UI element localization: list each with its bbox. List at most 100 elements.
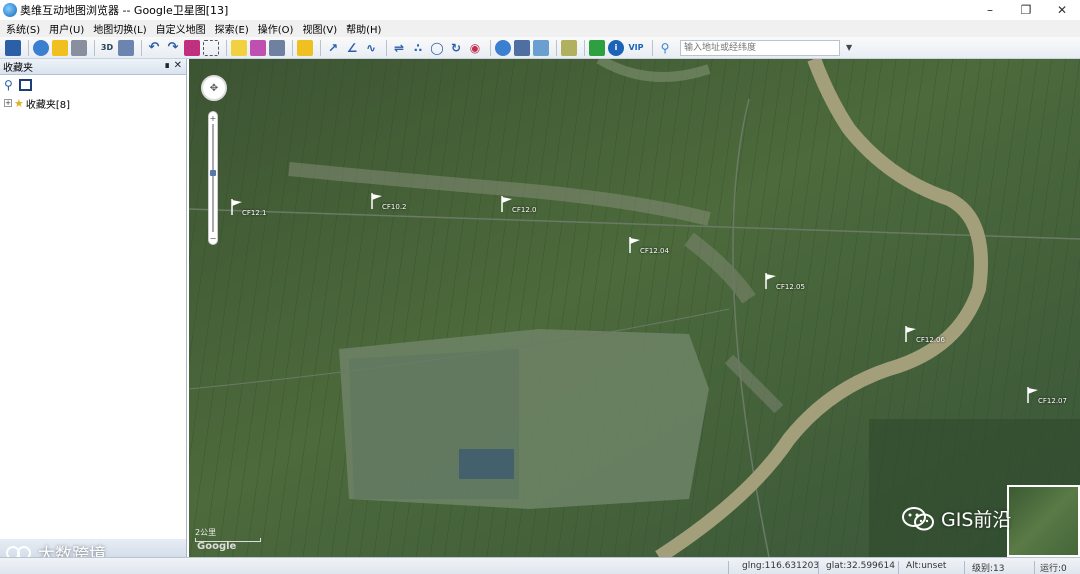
menu-system[interactable]: 系统(S) bbox=[6, 21, 40, 36]
status-separator bbox=[1034, 561, 1035, 574]
track-icon[interactable]: ⇌ bbox=[391, 40, 407, 56]
toolbar-separator bbox=[386, 39, 387, 56]
toolbar-separator bbox=[226, 39, 227, 56]
toolbar-separator bbox=[584, 39, 585, 56]
address-search-input[interactable] bbox=[680, 39, 840, 56]
toolbar-separator bbox=[556, 39, 557, 56]
folder-tree-icon[interactable] bbox=[18, 79, 32, 91]
minimize-icon[interactable]: – bbox=[972, 0, 1008, 20]
undo-icon[interactable]: ↶ bbox=[146, 40, 162, 56]
toolbar-separator bbox=[94, 39, 95, 56]
watermark-text: GIS前沿 bbox=[941, 509, 1012, 531]
pan-control-icon[interactable]: ✥ bbox=[201, 75, 227, 101]
menu-operation[interactable]: 操作(O) bbox=[258, 21, 294, 36]
toolbar-separator bbox=[490, 39, 491, 56]
menu-user[interactable]: 用户(U) bbox=[49, 21, 84, 36]
tree-item-favorites[interactable]: + ★ 收藏夹[8] bbox=[0, 95, 186, 111]
3d-view-icon[interactable]: 3D bbox=[99, 40, 115, 56]
overview-minimap[interactable] bbox=[1007, 485, 1080, 557]
tree-item-label: 收藏夹[8] bbox=[25, 99, 71, 111]
satellite-map-view[interactable]: ✥ + − CF12.1 CF10.2 CF12.0 CF12.04 CF12.… bbox=[189, 59, 1080, 557]
toolbar-separator bbox=[320, 39, 321, 56]
layers-icon[interactable] bbox=[118, 39, 134, 56]
ruler-icon[interactable] bbox=[250, 39, 266, 56]
status-bar: glng:116.631203 glat:32.599614 Alt:unset… bbox=[0, 557, 1080, 574]
marker-label: CF10.2 bbox=[382, 203, 407, 211]
favorites-panel-header: 收藏夹 ∎ ✕ bbox=[0, 59, 186, 75]
redo-icon[interactable]: ↷ bbox=[165, 40, 181, 56]
screen-icon[interactable] bbox=[269, 39, 285, 56]
rotate-icon[interactable]: ↻ bbox=[448, 40, 464, 56]
menu-help[interactable]: 帮助(H) bbox=[346, 21, 381, 36]
menu-explore[interactable]: 探索(E) bbox=[215, 21, 249, 36]
image-icon[interactable] bbox=[514, 39, 530, 56]
menu-map-switch[interactable]: 地图切换(L) bbox=[93, 21, 146, 36]
pin-icon[interactable]: ∎ bbox=[164, 60, 170, 71]
app-window: 奥维互动地图浏览器 -- Google卫星图[13] – ❐ ✕ 系统(S) 用… bbox=[0, 0, 1080, 574]
polyline-icon[interactable]: ↗ bbox=[325, 40, 341, 56]
status-glng: glng:116.631203 bbox=[742, 561, 820, 571]
marker-label: CF12.1 bbox=[242, 209, 267, 217]
watermark: GIS前沿 bbox=[901, 505, 1011, 532]
save-icon[interactable] bbox=[5, 39, 21, 56]
status-zoom-level: 级别:13 bbox=[972, 564, 1005, 574]
pin-star-icon[interactable] bbox=[297, 39, 313, 56]
marker-label: CF12.05 bbox=[776, 283, 805, 291]
zoom-out-icon[interactable]: − bbox=[209, 234, 217, 243]
chevron-down-icon[interactable]: ▼ bbox=[846, 43, 852, 52]
app-logo-icon bbox=[3, 3, 17, 17]
marker-label: CF12.07 bbox=[1038, 397, 1067, 405]
chat-icon[interactable] bbox=[589, 39, 605, 56]
status-altitude: Alt:unset bbox=[906, 561, 947, 571]
circle-icon[interactable]: ◯ bbox=[429, 40, 445, 56]
panel-controls: ∎ ✕ bbox=[164, 60, 182, 71]
menu-custom-map[interactable]: 自定义地图 bbox=[156, 21, 206, 36]
favorites-panel-title: 收藏夹 bbox=[3, 63, 33, 74]
menu-bar: 系统(S) 用户(U) 地图切换(L) 自定义地图 探索(E) 操作(O) 视图… bbox=[0, 20, 1080, 37]
star-icon: ★ bbox=[14, 96, 24, 110]
marker-icon[interactable]: ◉ bbox=[467, 40, 483, 56]
pencil-icon[interactable] bbox=[231, 39, 247, 56]
search-icon: ⚲ bbox=[660, 40, 670, 55]
delete-icon[interactable] bbox=[184, 39, 200, 56]
panel-close-icon[interactable]: ✕ bbox=[174, 60, 182, 71]
globe-icon[interactable] bbox=[495, 39, 511, 56]
toolbar-separator bbox=[141, 39, 142, 56]
measure-icon[interactable] bbox=[561, 39, 577, 56]
main-toolbar: 3D ↶ ↷ ↗ ∠ ∿ ⇌ ∴ ◯ ↻ ◉ i VIP ⚲ ▼ bbox=[0, 37, 1080, 59]
toolbar-separator bbox=[292, 39, 293, 56]
expand-icon[interactable]: + bbox=[4, 99, 12, 107]
info-icon[interactable]: i bbox=[608, 39, 624, 56]
favorites-toolbar: ⚲ bbox=[0, 75, 186, 95]
close-icon[interactable]: ✕ bbox=[1044, 0, 1080, 20]
status-running: 运行:0 bbox=[1040, 564, 1067, 574]
menu-view[interactable]: 视图(V) bbox=[302, 21, 337, 36]
restore-icon[interactable]: ❐ bbox=[1008, 0, 1044, 20]
scale-label: 2公里 bbox=[195, 528, 217, 537]
search-icon[interactable]: ⚲ bbox=[4, 78, 13, 92]
status-separator bbox=[818, 561, 819, 574]
marker-label: CF12.06 bbox=[916, 336, 945, 344]
zoom-track[interactable] bbox=[212, 124, 214, 232]
satellite-imagery bbox=[189, 59, 1080, 557]
print-icon[interactable] bbox=[71, 39, 87, 56]
status-separator bbox=[964, 561, 965, 574]
marker-label: CF12.0 bbox=[512, 206, 537, 214]
favorites-star-icon[interactable] bbox=[52, 39, 68, 56]
angle-icon[interactable]: ∠ bbox=[344, 40, 360, 56]
status-glat: glat:32.599614 bbox=[826, 561, 895, 571]
user-icon[interactable] bbox=[33, 39, 49, 56]
vip-icon[interactable]: VIP bbox=[627, 40, 645, 56]
points-icon[interactable]: ∴ bbox=[410, 40, 426, 56]
status-separator bbox=[728, 561, 729, 574]
zoom-in-icon[interactable]: + bbox=[209, 114, 217, 123]
zoom-slider[interactable]: + − bbox=[208, 111, 218, 245]
marker-label: CF12.04 bbox=[640, 247, 669, 255]
zoom-handle[interactable] bbox=[210, 170, 216, 176]
edit-icon[interactable] bbox=[533, 39, 549, 56]
status-separator bbox=[898, 561, 899, 574]
select-rect-icon[interactable] bbox=[203, 39, 219, 56]
curve-icon[interactable]: ∿ bbox=[363, 40, 379, 56]
window-title: 奥维互动地图浏览器 -- Google卫星图[13] bbox=[20, 4, 229, 17]
google-logo: Google bbox=[197, 541, 237, 552]
